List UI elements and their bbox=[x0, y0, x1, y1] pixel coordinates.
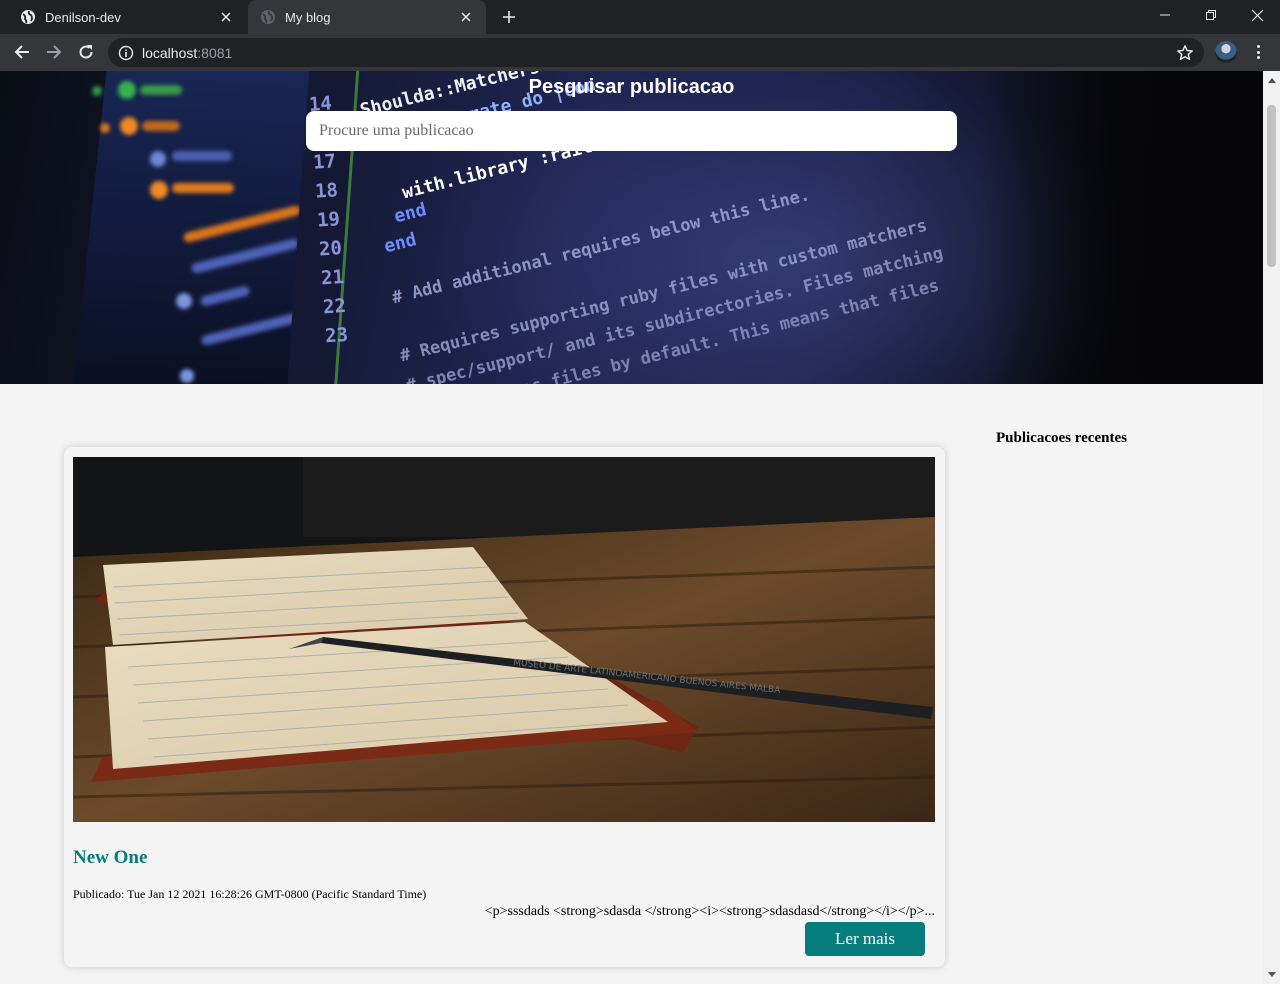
url-port: :8081 bbox=[197, 44, 233, 61]
tab-my-blog[interactable]: My blog bbox=[248, 0, 486, 34]
back-button[interactable] bbox=[8, 38, 36, 66]
search-heading: Pesquisar publicacao bbox=[528, 76, 735, 98]
globe-icon bbox=[261, 10, 275, 24]
code-line: end bbox=[382, 229, 419, 258]
tab-denilson-dev[interactable]: Denilson-dev bbox=[0, 0, 246, 34]
minimize-button[interactable] bbox=[1142, 0, 1188, 30]
restore-button[interactable] bbox=[1188, 0, 1234, 30]
post-title[interactable]: New One bbox=[73, 847, 147, 869]
new-tab-button[interactable] bbox=[498, 6, 520, 28]
globe-icon bbox=[21, 10, 35, 24]
address-bar[interactable]: localhost:8081 bbox=[108, 38, 1204, 67]
browser-toolbar: localhost:8081 bbox=[0, 34, 1280, 71]
post-card: MUSEO DE ARTE LATINOAMERICANO BUENOS AIR… bbox=[64, 447, 945, 967]
close-tab-icon[interactable] bbox=[458, 9, 474, 25]
info-icon[interactable] bbox=[118, 45, 134, 61]
hero-banner: 141617181920212223 Shoulda::Matchers.con… bbox=[0, 71, 1263, 384]
scroll-up-icon[interactable] bbox=[1267, 75, 1276, 84]
arrow-left-icon bbox=[14, 45, 29, 59]
read-more-button[interactable]: Ler mais bbox=[805, 922, 925, 956]
close-tab-icon[interactable] bbox=[218, 9, 234, 25]
tab-strip: Denilson-dev My blog bbox=[0, 0, 1280, 34]
forward-button[interactable] bbox=[40, 38, 68, 66]
search-input[interactable] bbox=[306, 111, 957, 151]
recent-posts-heading: Publicacoes recentes bbox=[996, 430, 1127, 446]
post-image: MUSEO DE ARTE LATINOAMERICANO BUENOS AIR… bbox=[73, 457, 935, 822]
vertical-scrollbar[interactable] bbox=[1263, 71, 1280, 984]
notebook-pencil-illustration: MUSEO DE ARTE LATINOAMERICANO BUENOS AIR… bbox=[73, 457, 935, 822]
plus-icon bbox=[503, 11, 515, 23]
arrow-right-icon bbox=[47, 45, 62, 59]
reload-button[interactable] bbox=[72, 38, 100, 66]
post-date: Publicado: Tue Jan 12 2021 16:28:26 GMT-… bbox=[73, 887, 427, 901]
bookmark-star-icon[interactable] bbox=[1176, 44, 1194, 62]
scroll-down-icon[interactable] bbox=[1267, 970, 1276, 979]
tab-title: Denilson-dev bbox=[45, 9, 121, 25]
code-line: end bbox=[392, 199, 429, 228]
reload-icon bbox=[79, 45, 93, 59]
url-host: localhost bbox=[142, 44, 198, 61]
close-window-button[interactable] bbox=[1234, 0, 1280, 30]
scrollbar-thumb[interactable] bbox=[1267, 105, 1276, 267]
restore-icon bbox=[1206, 10, 1216, 20]
tab-title: My blog bbox=[285, 9, 331, 25]
minimize-icon bbox=[1160, 14, 1170, 16]
hero-vignette bbox=[983, 71, 1263, 384]
profile-avatar[interactable] bbox=[1215, 41, 1237, 63]
page-viewport: 141617181920212223 Shoulda::Matchers.con… bbox=[0, 71, 1280, 984]
post-excerpt: <p>sssdads <strong>sdasda </strong><i><s… bbox=[484, 904, 935, 919]
close-icon bbox=[1251, 9, 1263, 21]
browser-menu-button[interactable] bbox=[1250, 42, 1266, 62]
